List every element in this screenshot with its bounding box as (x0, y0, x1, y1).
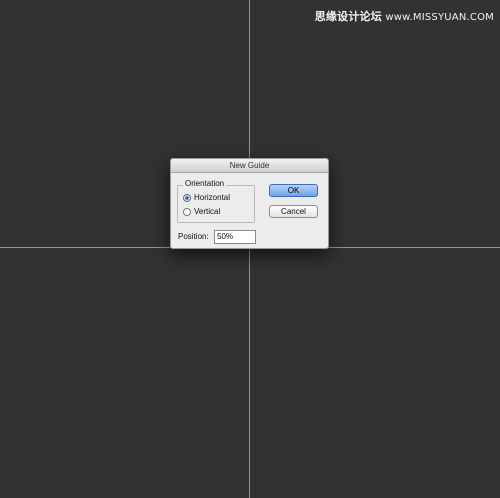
radio-horizontal-label: Horizontal (194, 193, 231, 202)
ok-button[interactable]: OK (269, 184, 318, 197)
position-input[interactable]: 50% (214, 230, 256, 244)
radio-horizontal[interactable]: Horizontal (183, 193, 230, 202)
watermark-url: www.MISSYUAN.COM (385, 12, 494, 23)
new-guide-dialog: New Guide Orientation Horizontal Vertica… (170, 158, 329, 249)
vertical-guide[interactable] (249, 0, 250, 498)
orientation-label: Orientation (183, 179, 227, 189)
position-label: Position: (178, 232, 209, 241)
radio-unselected-icon[interactable] (183, 207, 191, 216)
watermark-chinese: 思缘设计论坛 (314, 10, 382, 23)
dialog-title: New Guide (229, 161, 270, 170)
orientation-group (177, 185, 255, 223)
radio-vertical-label: Vertical (194, 207, 221, 216)
dialog-title-bar[interactable]: New Guide (171, 159, 328, 173)
cancel-button[interactable]: Cancel (269, 205, 318, 218)
watermark: 思缘设计论坛 www.MISSYUAN.COM (315, 8, 494, 24)
document-canvas[interactable] (0, 0, 500, 498)
radio-vertical[interactable]: Vertical (183, 207, 220, 216)
radio-selected-icon[interactable] (183, 193, 191, 202)
